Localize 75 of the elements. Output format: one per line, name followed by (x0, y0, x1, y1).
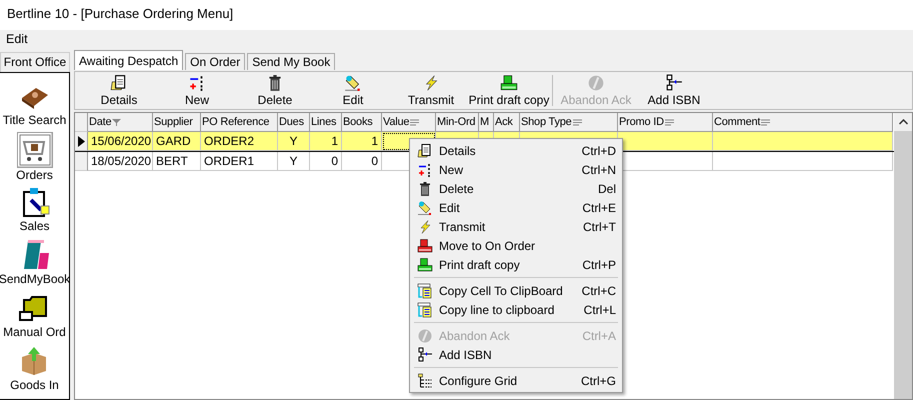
table-cell: ORDER2 (201, 132, 278, 151)
menu-item[interactable]: Copy line to clipboard Ctrl+L (410, 300, 622, 319)
menu-item[interactable]: Move to On Order (410, 236, 622, 255)
column-header[interactable]: Lines (310, 113, 342, 132)
printer-icon (417, 256, 433, 272)
sidebar-item[interactable]: Goods In (10, 378, 59, 393)
scrollbar[interactable] (894, 113, 912, 399)
menu-item[interactable]: Details Ctrl+D (410, 141, 622, 160)
column-header[interactable]: Min-Ord (436, 113, 479, 132)
table-cell: 18/05/2020 (88, 152, 153, 171)
grid-copy-icon (417, 302, 433, 318)
sidebar-item[interactable]: Manual Ord (3, 325, 66, 340)
table-cell: Y (278, 132, 310, 151)
menu-item[interactable]: Print draft copy Ctrl+P (410, 255, 622, 274)
table-cell: 0 (342, 152, 382, 171)
menu-item[interactable]: Delete Del (410, 179, 622, 198)
new-icon (417, 162, 433, 178)
column-header[interactable]: Promo ID (618, 113, 713, 132)
toolbar-button[interactable]: Edit (314, 72, 392, 109)
cart-icon (18, 134, 50, 166)
printer-icon (500, 74, 518, 92)
menu-item[interactable]: Add ISBN (410, 345, 622, 364)
pen-icon (344, 74, 362, 92)
toolbar-button[interactable]: Transmit (392, 72, 470, 109)
menu-item[interactable]: Transmit Ctrl+T (410, 217, 622, 236)
toolbar-button[interactable]: Delete (236, 72, 314, 109)
table-cell: 15/06/2020 (88, 132, 153, 151)
cancel-icon (417, 328, 433, 344)
menu-item[interactable]: Edit Ctrl+E (410, 198, 622, 217)
tab[interactable]: On Order (185, 53, 246, 70)
toolbar-button[interactable]: Print draft copy (470, 72, 548, 109)
column-header[interactable]: PO Reference (201, 113, 278, 132)
menu-item[interactable]: Edit (6, 32, 28, 46)
row-header[interactable] (75, 132, 88, 151)
cancel-icon (587, 74, 605, 92)
grid-corner (75, 113, 88, 132)
column-header[interactable]: M (479, 113, 494, 132)
column-header[interactable]: Comment (713, 113, 893, 132)
table-cell: BERT (153, 152, 201, 171)
sidebar-item[interactable]: Title Search (2, 113, 66, 128)
toolbar-button[interactable]: Details (80, 72, 158, 109)
tab[interactable]: Send My Book (247, 53, 336, 70)
column-header[interactable]: Shop Type (520, 113, 618, 132)
table-cell: 1 (342, 132, 382, 151)
sidebar-item[interactable]: Orders (16, 168, 53, 183)
document-icon (110, 74, 128, 92)
row-pointer-icon (78, 136, 84, 146)
sidebar-tab[interactable]: Front Office (0, 52, 70, 72)
menu-item[interactable]: New Ctrl+N (410, 160, 622, 179)
column-header[interactable]: Ack (494, 113, 520, 132)
tree-icon (417, 372, 433, 388)
table-cell: GARD (153, 132, 201, 151)
column-header[interactable]: Date (88, 113, 153, 132)
column-header[interactable]: Dues (278, 113, 310, 132)
pen-icon (417, 200, 433, 216)
add-icon (665, 74, 683, 92)
column-header[interactable]: Books (342, 113, 382, 132)
add-icon (417, 346, 433, 362)
menu-item[interactable]: Copy Cell To ClipBoard Ctrl+C (410, 281, 622, 300)
window-title: Bertline 10 - [Purchase Ordering Menu] (0, 0, 913, 30)
column-header[interactable]: Supplier (153, 113, 201, 132)
toolbar-button[interactable]: New (158, 72, 236, 109)
sidebar-item[interactable]: Sales (19, 219, 50, 234)
toolbar-button[interactable]: Add ISBN (635, 72, 713, 109)
document-icon (417, 142, 433, 158)
printer-icon (417, 238, 433, 254)
table-cell: Y (278, 152, 310, 171)
menu-item[interactable]: Configure Grid Ctrl+G (410, 371, 622, 390)
trash-icon (417, 180, 433, 196)
table-cell: 1 (310, 132, 342, 151)
table-cell: 0 (310, 152, 342, 171)
table-cell: ORDER1 (201, 152, 278, 171)
column-header[interactable]: Value (382, 113, 436, 132)
grid-copy-icon (417, 282, 433, 298)
tab[interactable]: Awaiting Despatch (74, 50, 184, 70)
